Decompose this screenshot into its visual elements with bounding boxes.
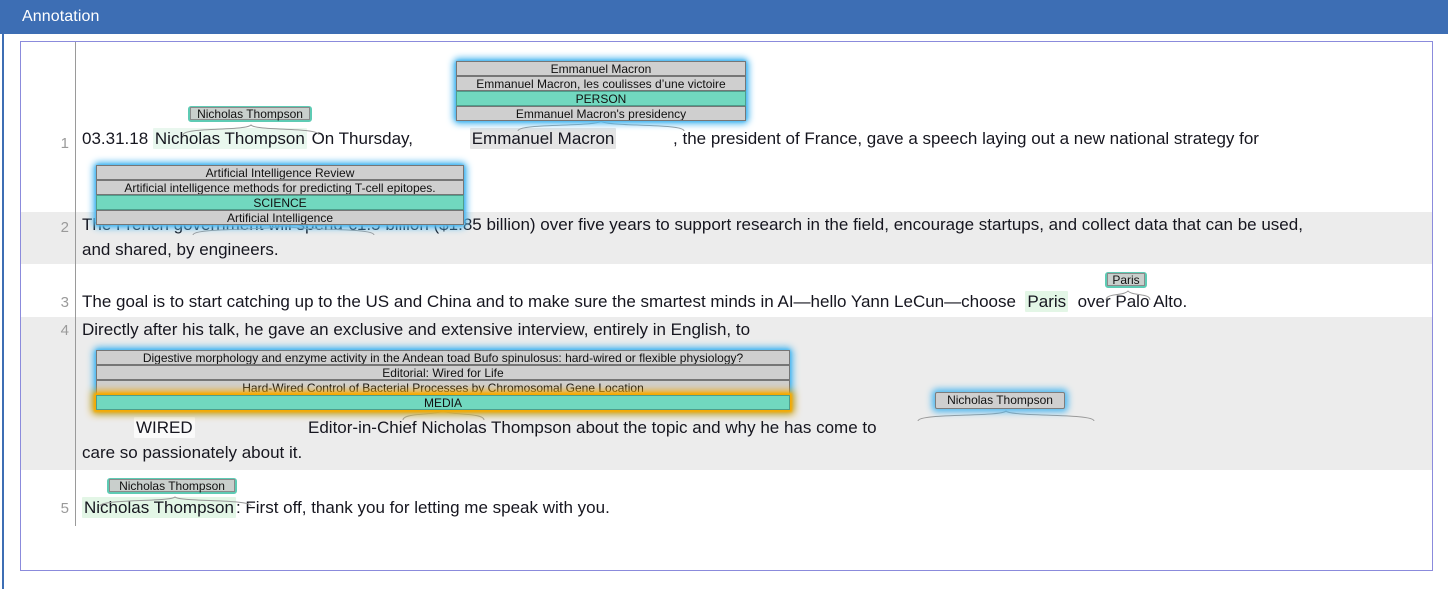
line-number: 2	[60, 219, 69, 236]
text-tail: , the president of France, gave a speech…	[673, 129, 1259, 148]
line-number-gutter: 5	[21, 470, 76, 526]
line-number: 1	[60, 135, 69, 152]
line-number: 5	[60, 500, 69, 517]
annotation-candidate-2[interactable]: Artificial Intelligence	[96, 210, 464, 225]
sentence-content[interactable]: Directly after his talk, he gave an excl…	[76, 317, 1432, 470]
sentence-row[interactable]: 1 Emmanuel Macron Emmanuel Macron, les c…	[21, 42, 1432, 252]
text-gap	[195, 418, 308, 437]
text-mid: On Thursday,	[306, 129, 413, 148]
annotation-chip-label: Nicholas Thompson	[190, 107, 310, 120]
sentence-text-line: Directly after his talk, he gave an excl…	[82, 320, 751, 339]
annotation-app: Annotation 1 Emmanuel Macron Emmanuel Ma…	[0, 0, 1453, 589]
annotation-chip-label: Paris	[1107, 273, 1145, 286]
annotation-candidate-0[interactable]: Artificial Intelligence Review	[96, 165, 464, 180]
line-number: 4	[60, 322, 69, 339]
sentence-content[interactable]: Paris The goal is to start catching up t…	[76, 264, 1432, 317]
annotation-panel[interactable]: 1 Emmanuel Macron Emmanuel Macron, les c…	[20, 41, 1433, 571]
sentence-text-line: The goal is to start catching up to the …	[82, 289, 1427, 315]
annotation-type-label-selected[interactable]: MEDIA	[96, 395, 790, 410]
annotation-type-label[interactable]: PERSON	[456, 91, 746, 106]
text-gap	[413, 129, 470, 148]
annotation-candidate-2[interactable]: Hard-Wired Control of Bacterial Processe…	[96, 380, 790, 395]
line-number-gutter: 3	[21, 264, 76, 317]
annotation-candidate-0[interactable]: Digestive morphology and enzyme activity…	[96, 350, 790, 365]
annotation-chip-label: Nicholas Thompson	[109, 479, 235, 492]
annotation-chip-paris[interactable]: Paris	[1105, 272, 1147, 288]
sentence-row[interactable]: 3 Paris The goal is to start catching up…	[21, 264, 1432, 317]
annotation-candidate-1[interactable]: Editorial: Wired for Life	[96, 365, 790, 380]
text-tail: Editor-in-Chief Nicholas Thompson about …	[308, 418, 877, 437]
sentence-text-line: Nicholas Thompson: First off, thank you …	[82, 495, 1427, 521]
window-title: Annotation	[22, 8, 100, 25]
sentence-row[interactable]: 4 Directly after his talk, he gave an ex…	[21, 317, 1432, 470]
line-number-gutter: 2	[21, 212, 76, 264]
entity-span-nicholas-thompson[interactable]: Nicholas Thompson	[82, 497, 236, 518]
sentence-text-line: care so passionately about it.	[82, 443, 303, 462]
sentence-text-line: and shared, by engineers.	[82, 240, 279, 259]
annotation-type-label[interactable]: SCIENCE	[96, 195, 464, 210]
annotation-chip-nicholas-thompson[interactable]: Nicholas Thompson	[935, 392, 1065, 409]
sentence-content[interactable]: Nicholas Thompson Nicholas Thompson: Fir…	[76, 470, 1432, 526]
entity-span-emmanuel-macron[interactable]: Emmanuel Macron	[469, 128, 617, 149]
line-number: 3	[60, 294, 69, 311]
annotation-candidate-2[interactable]: Emmanuel Macron's presidency	[456, 106, 746, 121]
line-number-gutter: 1	[21, 42, 76, 212]
text-tail: over Palo Alto.	[1068, 292, 1188, 311]
annotation-tower-artificial-intelligence[interactable]: Artificial Intelligence Review Artificia…	[96, 165, 464, 225]
text-lead	[82, 418, 134, 437]
sentence-text-line: 03.31.18 Nicholas Thompson On Thursday, …	[82, 126, 1422, 152]
entity-span-wired[interactable]: WIRED	[133, 417, 195, 438]
sentence-content[interactable]: Emmanuel Macron Emmanuel Macron, les cou…	[76, 42, 1432, 252]
line-number-gutter: 4	[21, 317, 76, 470]
annotation-tower-media-wired[interactable]: Digestive morphology and enzyme activity…	[96, 350, 790, 410]
annotation-candidate-1[interactable]: Emmanuel Macron, les coulisses d’une vic…	[456, 76, 746, 91]
annotation-chip-nicholas-thompson[interactable]: Nicholas Thompson	[107, 478, 237, 494]
text-date: 03.31.18	[82, 129, 153, 148]
annotation-tower-emmanuel-macron[interactable]: Emmanuel Macron Emmanuel Macron, les cou…	[456, 61, 746, 121]
entity-span-paris[interactable]: Paris	[1025, 291, 1069, 312]
annotation-candidate-1[interactable]: Artificial intelligence methods for pred…	[96, 180, 464, 195]
window-title-bar: Annotation	[0, 0, 1448, 34]
text-tail: : First off, thank you for letting me sp…	[235, 498, 610, 517]
sentence-row[interactable]: 5 Nicholas Thompson Nicholas Thompson: F…	[21, 470, 1432, 526]
text-gap	[616, 129, 673, 148]
annotation-candidate-0[interactable]: Emmanuel Macron	[456, 61, 746, 76]
annotation-chip-nicholas-thompson[interactable]: Nicholas Thompson	[188, 106, 312, 122]
sentence-text-line: WIRED Editor-in-Chief Nicholas Thompson …	[82, 415, 1427, 441]
annotation-chip-label: Nicholas Thompson	[947, 393, 1053, 407]
entity-span-nicholas-thompson[interactable]: Nicholas Thompson	[152, 128, 307, 149]
text-head: The goal is to start catching up to the …	[82, 292, 1026, 311]
